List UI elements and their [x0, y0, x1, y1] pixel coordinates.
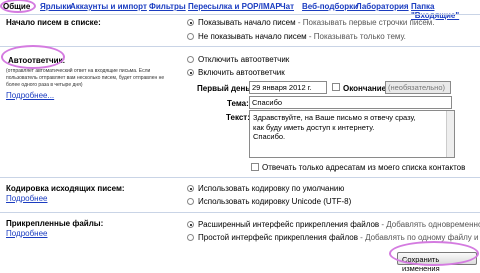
snippets-show-option: Показывать начало писем - Показывать пер… — [198, 18, 435, 27]
divider — [0, 212, 480, 213]
snippets-hide-radio[interactable] — [187, 33, 194, 40]
encoding-default-label: Использовать кодировку по умолчанию — [198, 184, 345, 193]
snippets-show-desc: - Показывать первые строчки писем. — [295, 18, 435, 27]
tab-labs[interactable]: Лаборатория — [356, 2, 409, 11]
contacts-only-label: Отвечать только адресатам из моего списк… — [262, 163, 466, 172]
highlight-save-button — [389, 241, 479, 266]
snippets-label: Начало писем в списке: — [6, 18, 101, 27]
autoreply-description: (отправляет автоматический ответ на вход… — [6, 68, 165, 88]
snippets-hide-label: Не показывать начало писем — [198, 32, 307, 41]
attachments-simple-label: Простой интерфейс прикрепления файлов — [198, 233, 358, 242]
autoreply-off-radio[interactable] — [187, 56, 194, 63]
attachments-advanced-option: Расширенный интерфейс прикрепления файло… — [198, 220, 480, 229]
divider — [0, 46, 480, 47]
message-line: как буду иметь доступ к интернету. — [253, 122, 375, 132]
encoding-unicode-radio[interactable] — [187, 198, 194, 205]
end-date-label: Окончание: — [343, 84, 389, 93]
end-date-checkbox[interactable] — [332, 83, 340, 91]
attachments-simple-radio[interactable] — [187, 234, 194, 241]
attachments-advanced-label: Расширенный интерфейс прикрепления файло… — [198, 220, 380, 229]
encoding-label: Кодировка исходящих писем: — [6, 184, 125, 193]
tab-accounts[interactable]: Аккаунты и импорт — [70, 2, 147, 11]
tab-web-clips[interactable]: Веб-подборки — [302, 2, 358, 11]
autoreply-on-radio[interactable] — [187, 69, 194, 76]
tab-forwarding[interactable]: Пересылка и POP/IMAP — [188, 2, 281, 11]
autoreply-more-link[interactable]: Подробнее... — [6, 91, 54, 100]
message-label: Текст: — [226, 113, 250, 122]
encoding-default-radio[interactable] — [187, 185, 194, 192]
end-date-field[interactable]: (необязательно) — [385, 81, 451, 94]
snippets-hide-option: Не показывать начало писем - Показывать … — [198, 32, 406, 41]
highlight-autoreply-label — [1, 45, 65, 69]
tab-filters[interactable]: Фильтры — [149, 2, 186, 11]
first-day-field[interactable]: 29 января 2012 г. — [249, 81, 327, 94]
snippets-hide-desc: - Показывать только тему. — [306, 32, 406, 41]
subject-field[interactable]: Спасибо — [249, 96, 452, 109]
attachments-more-link[interactable]: Подробнее — [6, 229, 48, 238]
encoding-unicode-label: Использовать кодировку Unicode (UTF-8) — [198, 197, 352, 206]
divider — [0, 14, 480, 15]
encoding-more-link[interactable]: Подробнее — [6, 194, 48, 203]
autoreply-on-label: Включить автоответчик — [198, 68, 285, 77]
message-line: Здравствуйте, на Ваше письмо я отвечу ср… — [253, 113, 416, 122]
divider — [0, 177, 480, 178]
subject-label: Тема: — [227, 99, 249, 108]
attachments-label: Прикрепленные файлы: — [6, 219, 104, 228]
attachments-advanced-radio[interactable] — [187, 221, 194, 228]
snippets-show-radio[interactable] — [187, 19, 194, 26]
contacts-only-checkbox[interactable] — [251, 163, 259, 171]
message-line: Спасибо. — [253, 132, 286, 141]
attachments-advanced-desc: - Добавлять одновременно нес — [381, 220, 480, 229]
settings-tabs: Общие Ярлыки Аккаунты и импорт Фильтры П… — [0, 0, 480, 20]
tab-chat[interactable]: Чат — [280, 2, 294, 11]
snippets-show-label: Показывать начало писем — [198, 18, 296, 27]
message-scrollbar[interactable] — [446, 111, 454, 157]
tab-labels[interactable]: Ярлыки — [40, 2, 71, 11]
first-day-label: Первый день: — [197, 84, 253, 93]
message-textarea[interactable]: Здравствуйте, на Ваше письмо я отвечу ср… — [249, 110, 455, 158]
autoreply-off-label: Отключить автоответчик — [198, 55, 290, 64]
